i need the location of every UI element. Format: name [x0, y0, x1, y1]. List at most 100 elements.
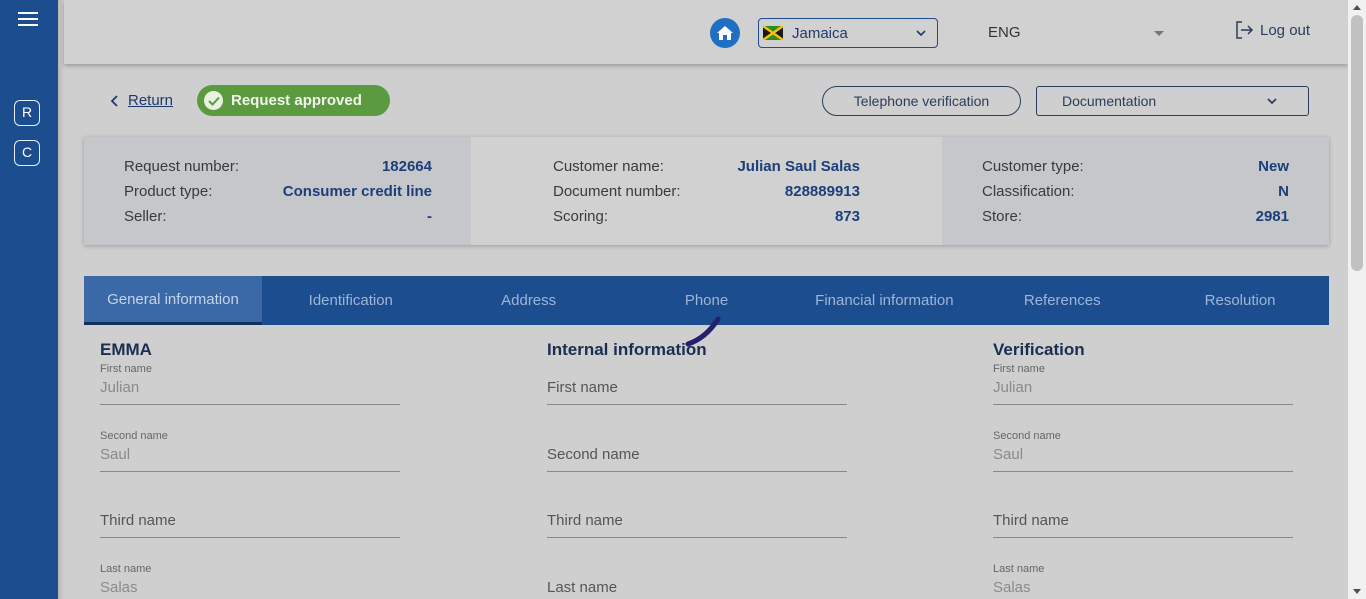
summary-label: Request number:	[124, 158, 240, 175]
summary-row: Customer type: New	[982, 158, 1289, 183]
summary-column-classification: Customer type: New Classification: N Store…	[942, 137, 1329, 245]
internal-section-title: Internal information	[547, 340, 707, 359]
sidebar: R C	[0, 0, 58, 599]
field-value: Salas	[100, 579, 138, 596]
home-icon	[717, 26, 733, 40]
field-value: Julian	[993, 379, 1033, 396]
emma-first-name-field[interactable]: First name Julian	[100, 363, 400, 405]
caret-down-icon[interactable]	[1154, 31, 1164, 36]
chevron-down-icon	[916, 30, 926, 37]
scroll-down-arrow-icon[interactable]	[1353, 589, 1361, 594]
logout-icon	[1236, 21, 1254, 39]
internal-second-name-field[interactable]: Second name	[547, 430, 847, 472]
language-select[interactable]: ENG	[988, 24, 1021, 41]
field-placeholder: Third name	[993, 512, 1069, 529]
field-label: Second name	[993, 430, 1061, 442]
verification-second-name-field[interactable]: Second name Saul	[993, 430, 1293, 472]
summary-label: Scoring:	[553, 208, 609, 225]
emma-section-title: EMMA	[100, 340, 152, 359]
verification-last-name-field[interactable]: Last name Salas	[993, 563, 1293, 599]
seller: -	[427, 208, 432, 225]
tab-financial-information[interactable]: Financial information	[795, 276, 973, 325]
scrollbar-thumb[interactable]	[1351, 15, 1363, 271]
chevron-down-icon	[1267, 98, 1277, 105]
chevron-left-icon	[110, 94, 118, 107]
vertical-scrollbar[interactable]	[1348, 0, 1366, 599]
tab-references[interactable]: References	[973, 276, 1151, 325]
hamburger-menu-icon[interactable]	[18, 12, 38, 28]
summary-label: Seller:	[124, 208, 167, 225]
summary-row: Customer name: Julian Saul Salas	[553, 158, 860, 183]
summary-label: Store:	[982, 208, 1023, 225]
field-label: First name	[100, 363, 152, 375]
internal-third-name-field[interactable]: Third name	[547, 496, 847, 538]
telephone-verification-button[interactable]: Telephone verification	[822, 86, 1021, 116]
return-link[interactable]: Return	[110, 92, 173, 109]
check-icon	[204, 91, 223, 110]
logout-label: Log out	[1260, 21, 1311, 39]
summary-row: Request number: 182664	[124, 158, 432, 183]
summary-row: Store: 2981	[982, 208, 1289, 233]
summary-column-customer: Customer name: Julian Saul Salas Document…	[471, 137, 942, 245]
customer-name: Julian Saul Salas	[737, 158, 860, 175]
documentation-select[interactable]: Documentation	[1036, 86, 1309, 116]
request-number: 182664	[381, 158, 432, 175]
classification: N	[1278, 183, 1289, 200]
field-value: Salas	[993, 579, 1031, 596]
field-label: Last name	[100, 563, 152, 575]
tab-address[interactable]: Address	[440, 276, 618, 325]
scroll-up-arrow-icon[interactable]	[1353, 5, 1361, 10]
tab-resolution[interactable]: Resolution	[1151, 276, 1329, 325]
tab-identification[interactable]: Identification	[262, 276, 440, 325]
country-select[interactable]: Jamaica	[758, 18, 938, 48]
field-placeholder: Second name	[547, 446, 640, 463]
status-badge-label: Request approved	[231, 92, 362, 109]
customer-type: New	[1258, 158, 1289, 175]
field-label: First name	[993, 363, 1045, 375]
emma-last-name-field[interactable]: Last name Salas	[100, 563, 400, 599]
sidebar-button-c[interactable]: C	[14, 140, 40, 166]
summary-label: Product type:	[124, 183, 213, 200]
summary-row: Classification: N	[982, 183, 1289, 208]
summary-row: Document number: 828889913	[553, 183, 860, 208]
summary-row: Product type: Consumer credit line	[124, 183, 432, 208]
jamaica-flag-icon	[763, 26, 783, 40]
field-label: Second name	[100, 430, 168, 442]
verification-section-title: Verification	[993, 340, 1085, 359]
emma-third-name-field[interactable]: Third name	[100, 496, 400, 538]
top-header: Jamaica ENG Log out	[64, 0, 1348, 64]
store: 2981	[1255, 208, 1289, 225]
summary-row: Scoring: 873	[553, 208, 860, 233]
summary-label: Customer type:	[982, 158, 1084, 175]
return-label: Return	[128, 92, 174, 109]
emma-second-name-field[interactable]: Second name Saul	[100, 430, 400, 472]
sidebar-shadow	[58, 0, 64, 599]
field-label: Last name	[993, 563, 1045, 575]
field-placeholder: Third name	[100, 512, 176, 529]
tab-general-information[interactable]: General information	[84, 276, 262, 325]
summary-label: Document number:	[553, 183, 681, 200]
summary-label: Classification:	[982, 183, 1075, 200]
summary-column-request: Request number: 182664 Product type: Consu…	[84, 137, 471, 245]
home-button[interactable]	[710, 18, 740, 48]
document-number: 828889913	[784, 183, 860, 200]
field-placeholder: Third name	[547, 512, 623, 529]
field-value: Saul	[993, 446, 1024, 463]
country-value: Jamaica	[792, 24, 848, 42]
summary-label: Customer name:	[553, 158, 664, 175]
field-value: Saul	[100, 446, 131, 463]
internal-first-name-field[interactable]: First name	[547, 363, 847, 405]
status-badge: Request approved	[197, 85, 390, 116]
field-placeholder: First name	[547, 379, 618, 396]
product-type: Consumer credit line	[282, 183, 432, 200]
verification-first-name-field[interactable]: First name Julian	[993, 363, 1293, 405]
field-value: Julian	[100, 379, 140, 396]
documentation-select-value: Documentation	[1062, 93, 1157, 109]
scoring: 873	[834, 208, 860, 225]
logout-button[interactable]: Log out	[1234, 20, 1310, 40]
verification-third-name-field[interactable]: Third name	[993, 496, 1293, 538]
request-summary: Request number: 182664 Product type: Consu…	[84, 137, 1329, 245]
sidebar-button-r[interactable]: R	[14, 100, 40, 126]
summary-row: Seller: -	[124, 208, 432, 233]
internal-last-name-field[interactable]: Last name	[547, 563, 847, 599]
